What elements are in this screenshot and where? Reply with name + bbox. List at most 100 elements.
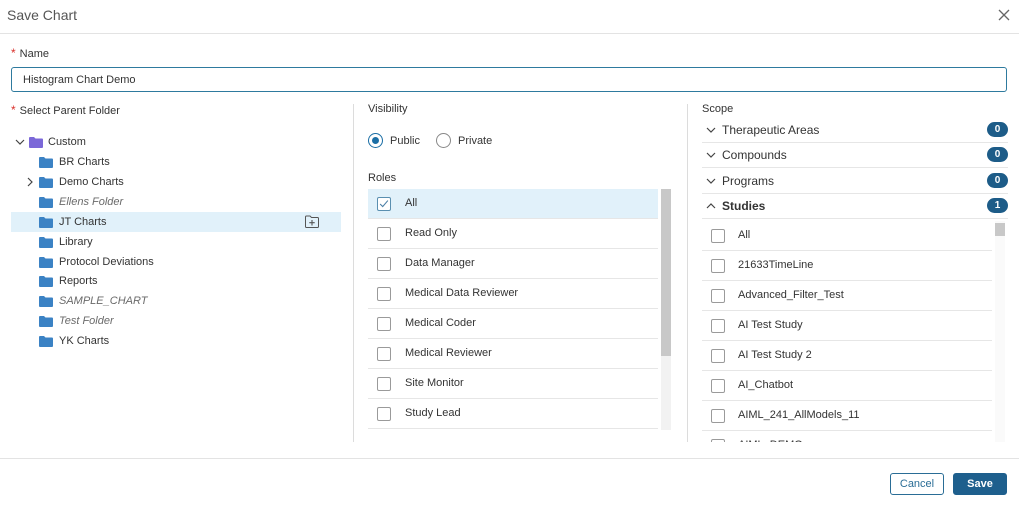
chevron-up-icon[interactable]: [706, 201, 716, 211]
role-checkbox[interactable]: [377, 377, 391, 391]
studies-scrollbar[interactable]: [995, 221, 1005, 442]
save-button[interactable]: Save: [953, 473, 1007, 495]
scope-group[interactable]: Programs 0: [702, 169, 1008, 194]
study-checkbox[interactable]: [711, 289, 725, 303]
study-label: All: [738, 229, 751, 241]
study-item[interactable]: AI Test Study 2: [702, 341, 992, 371]
studies-scrollbar-thumb[interactable]: [995, 223, 1005, 236]
role-checkbox[interactable]: [377, 317, 391, 331]
role-item[interactable]: All: [368, 189, 658, 219]
study-label: AI_Chatbot: [738, 379, 794, 391]
add-folder-icon[interactable]: [305, 215, 319, 228]
folder-item[interactable]: Reports: [11, 271, 341, 291]
check-icon: [379, 200, 389, 208]
folder-item[interactable]: Ellens Folder: [11, 192, 341, 212]
folder-icon: [39, 316, 53, 328]
footer-divider: [0, 458, 1019, 459]
studies-list[interactable]: All 21633TimeLine Advanced_Filter_Test AI T…: [702, 221, 992, 442]
close-icon[interactable]: [995, 6, 1013, 24]
role-label: Data Manager: [405, 257, 475, 269]
study-item[interactable]: AI_Chatbot: [702, 371, 992, 401]
role-item[interactable]: Medical Data Reviewer: [368, 279, 658, 309]
scope-group[interactable]: Studies 1: [702, 194, 1008, 219]
study-checkbox[interactable]: [711, 259, 725, 273]
study-checkbox[interactable]: [711, 229, 725, 243]
scope-group-label: Compounds: [722, 148, 787, 163]
role-label: Medical Coder: [405, 317, 476, 329]
roles-label: Roles: [368, 172, 397, 184]
folder-icon: [39, 176, 53, 188]
folder-icon: [39, 336, 53, 348]
folder-item[interactable]: SAMPLE_CHART: [11, 291, 341, 311]
count-badge: 0: [987, 122, 1008, 137]
study-item[interactable]: 21633TimeLine: [702, 251, 992, 281]
radio-public[interactable]: Public: [368, 133, 420, 148]
folder-label-text: Select Parent Folder: [19, 105, 120, 117]
roles-scrollbar[interactable]: [661, 189, 671, 430]
visibility-label: Visibility: [368, 103, 408, 115]
folder-item[interactable]: YK Charts: [11, 331, 341, 351]
folder-item[interactable]: Demo Charts: [11, 172, 341, 192]
study-checkbox[interactable]: [711, 319, 725, 333]
folder-item-label: Reports: [59, 275, 98, 288]
chevron-down-icon[interactable]: [706, 150, 716, 160]
radio-public-control[interactable]: [368, 133, 383, 148]
roles-list[interactable]: All Read Only Data Manager Medical Data Rev…: [368, 189, 658, 430]
study-label: AIML_241_AllModels_11: [738, 409, 860, 421]
study-item[interactable]: AI Test Study: [702, 311, 992, 341]
study-label: 21633TimeLine: [738, 259, 814, 271]
count-badge: 0: [987, 172, 1008, 188]
chevron-down-icon[interactable]: [706, 176, 716, 186]
role-checkbox[interactable]: [377, 257, 391, 271]
folder-item[interactable]: JT Charts: [11, 211, 341, 232]
role-item[interactable]: Site Monitor: [368, 369, 658, 399]
name-label: * Name: [11, 46, 49, 60]
study-checkbox[interactable]: [711, 409, 725, 423]
role-checkbox[interactable]: [377, 227, 391, 241]
role-label: All: [405, 197, 418, 209]
chevron-right-icon[interactable]: [25, 177, 35, 187]
radio-private[interactable]: Private: [436, 133, 492, 148]
folder-item[interactable]: BR Charts: [11, 152, 341, 172]
role-checkbox[interactable]: [377, 407, 391, 421]
study-label: AI Test Study: [738, 319, 803, 331]
study-item[interactable]: AIML_DEMO: [702, 431, 992, 442]
role-item[interactable]: Medical Reviewer: [368, 339, 658, 369]
folder-item-label: Protocol Deviations: [59, 255, 154, 268]
study-checkbox[interactable]: [711, 379, 725, 393]
folder-item[interactable]: Test Folder: [11, 311, 341, 331]
radio-public-label: Public: [390, 134, 420, 147]
study-item[interactable]: All: [702, 221, 992, 251]
study-item[interactable]: AIML_241_AllModels_11: [702, 401, 992, 431]
role-item[interactable]: Read Only: [368, 219, 658, 249]
role-checkbox[interactable]: [377, 347, 391, 361]
role-checkbox[interactable]: [377, 287, 391, 301]
scope-label: Scope: [702, 103, 734, 115]
study-item[interactable]: Advanced_Filter_Test: [702, 281, 992, 311]
role-label: Medical Data Reviewer: [405, 287, 519, 299]
scope-group[interactable]: Therapeutic Areas 0: [702, 118, 1008, 143]
role-item[interactable]: Medical Coder: [368, 309, 658, 339]
role-item[interactable]: Data Manager: [368, 249, 658, 279]
role-label: Site Monitor: [405, 377, 464, 389]
folder-item[interactable]: Protocol Deviations: [11, 252, 341, 272]
cancel-button[interactable]: Cancel: [890, 473, 944, 495]
role-checkbox[interactable]: [377, 197, 391, 211]
roles-scrollbar-thumb[interactable]: [661, 189, 671, 356]
folder-item-label: Demo Charts: [59, 175, 124, 188]
role-item[interactable]: Study Lead: [368, 399, 658, 429]
study-checkbox[interactable]: [711, 439, 725, 442]
folder-item[interactable]: Library: [11, 232, 341, 252]
count-badge: 0: [987, 147, 1008, 163]
scope-group-label: Therapeutic Areas: [722, 123, 820, 137]
name-input[interactable]: [11, 67, 1007, 92]
folder-label: * Select Parent Folder: [11, 103, 120, 117]
required-mark: *: [11, 46, 16, 60]
folder-item-label: YK Charts: [59, 335, 110, 348]
scope-group[interactable]: Compounds 0: [702, 143, 1008, 169]
chevron-down-icon[interactable]: [15, 137, 25, 147]
radio-private-control[interactable]: [436, 133, 451, 148]
chevron-down-icon[interactable]: [706, 125, 716, 135]
study-checkbox[interactable]: [711, 349, 725, 363]
tree-root-custom[interactable]: Custom: [11, 132, 341, 152]
